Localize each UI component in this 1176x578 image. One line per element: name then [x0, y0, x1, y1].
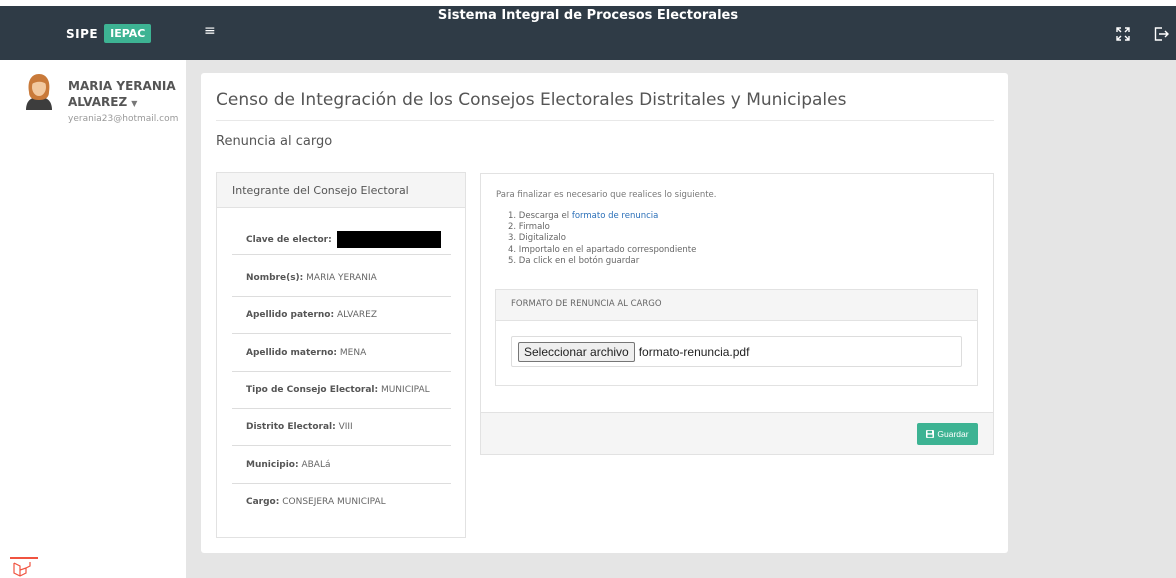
member-panel: Integrante del Consejo Electoral Clave d…	[216, 172, 466, 538]
logout-icon[interactable]	[1154, 26, 1170, 42]
sidebar: MARIA YERANIA ALVAREZ ▼ yerania23@hotmail…	[0, 60, 186, 578]
caret-down-icon: ▼	[131, 99, 138, 108]
choose-file-button[interactable]: Seleccionar archivo	[518, 341, 635, 362]
user-name-line2: ALVAREZ	[68, 95, 128, 109]
user-name-dropdown[interactable]: MARIA YERANIA ALVAREZ ▼	[68, 78, 176, 112]
brand-logo[interactable]: SIPE IEPAC	[66, 24, 152, 43]
field-value: ALVAREZ	[336, 310, 377, 320]
brand-sipe: SIPE	[66, 26, 99, 41]
app-title: Sistema Integral de Procesos Electorales	[437, 8, 739, 23]
upload-panel: Para finalizar es necesario que realices…	[480, 173, 994, 455]
field-label: Cargo:	[246, 497, 280, 507]
field-apellido-paterno: Apellido paterno: ALVAREZ	[232, 297, 451, 334]
title-divider	[216, 120, 994, 121]
format-upload-box: FORMATO DE RENUNCIA AL CARGO Seleccionar…	[495, 289, 978, 386]
field-nombre: Nombre(s): MARIA YERANIA	[232, 260, 451, 297]
step1-text: 1. Descarga el	[508, 211, 572, 221]
format-box-heading: FORMATO DE RENUNCIA AL CARGO	[496, 290, 977, 321]
step-item: 4. Importalo en el apartado correspondie…	[508, 244, 697, 255]
field-label: Distrito Electoral:	[246, 422, 336, 432]
page-title: Censo de Integración de los Consejos Ele…	[216, 90, 847, 110]
step-item: 5. Da click en el botón guardar	[508, 255, 640, 266]
field-label: Apellido paterno:	[246, 310, 335, 320]
member-panel-heading: Integrante del Consejo Electoral	[217, 173, 465, 208]
formato-renuncia-link[interactable]: formato de renuncia	[572, 211, 659, 221]
section-title: Renuncia al cargo	[216, 134, 333, 149]
field-value: MARIA YERANIA	[306, 273, 377, 283]
menu-toggle-icon[interactable]: ≡	[204, 24, 216, 38]
selected-file-name: formato-renuncia.pdf	[638, 344, 750, 359]
field-value: ABALá	[301, 460, 331, 470]
field-distrito: Distrito Electoral: VIII	[232, 409, 451, 446]
field-municipio: Municipio: ABALá	[232, 447, 451, 484]
avatar[interactable]	[22, 72, 56, 110]
field-label: Nombre(s):	[246, 273, 304, 283]
field-value: MENA	[339, 348, 367, 358]
step-item: 2. Firmalo	[508, 222, 550, 233]
field-tipo-consejo: Tipo de Consejo Electoral: MUNICIPAL	[232, 372, 451, 409]
step-item: 1. Descarga el formato de renuncia	[508, 211, 696, 222]
floppy-disk-icon	[926, 430, 935, 438]
save-button[interactable]: Guardar	[917, 423, 978, 445]
file-input[interactable]: Seleccionar archivo formato-renuncia.pdf	[511, 336, 962, 367]
field-value: VIII	[338, 422, 353, 432]
field-value: MUNICIPAL	[380, 385, 430, 395]
main-card: Censo de Integración de los Consejos Ele…	[201, 73, 1008, 553]
user-name-line1: MARIA YERANIA	[68, 79, 176, 93]
redacted-value	[336, 231, 441, 248]
laravel-icon[interactable]	[10, 557, 38, 577]
steps-list: 1. Descarga el formato de renuncia 2. Fi…	[508, 211, 696, 267]
field-clave-elector: Clave de elector:	[232, 218, 451, 255]
upload-panel-footer: Guardar	[481, 412, 993, 454]
save-button-label: Guardar	[937, 429, 969, 439]
field-value: CONSEJERA MUNICIPAL	[282, 497, 386, 507]
brand-iepac-badge: IEPAC	[104, 24, 152, 43]
field-apellido-materno: Apellido materno: MENA	[232, 335, 451, 372]
step-item: 3. Digitalizalo	[508, 233, 566, 244]
field-cargo: Cargo: CONSEJERA MUNICIPAL	[232, 484, 451, 521]
field-label: Apellido materno:	[246, 348, 338, 358]
field-label: Municipio:	[246, 460, 299, 470]
field-label: Clave de elector:	[246, 235, 332, 245]
expand-icon[interactable]	[1116, 26, 1132, 42]
user-email: yerania23@hotmail.com	[68, 114, 179, 124]
field-label: Tipo de Consejo Electoral:	[246, 385, 379, 395]
instructions-text: Para finalizar es necesario que realices…	[496, 190, 717, 200]
